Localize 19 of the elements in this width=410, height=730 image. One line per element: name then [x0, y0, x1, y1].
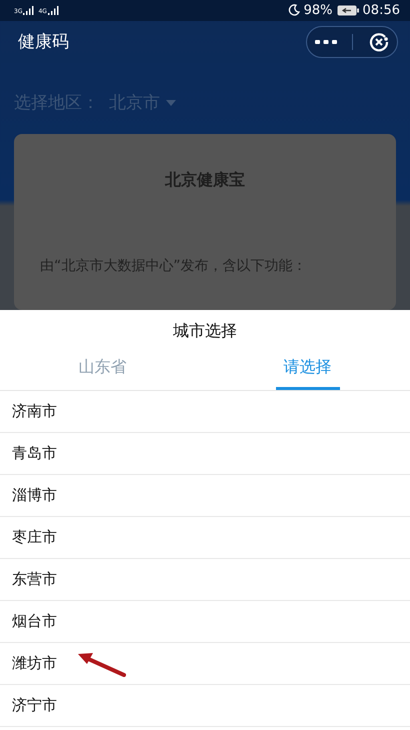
city-item[interactable]: 济宁市 [0, 685, 410, 727]
battery-percent: 98% [304, 2, 333, 18]
clock-time: 08:56 [362, 2, 400, 18]
battery-icon [336, 4, 359, 16]
city-item[interactable]: 青岛市 [0, 433, 410, 475]
city-item[interactable]: 济南市 [0, 391, 410, 433]
caret-icon [166, 100, 176, 106]
city-item[interactable]: 淄博市 [0, 475, 410, 517]
city-item[interactable]: 东营市 [0, 559, 410, 601]
city-item[interactable]: 枣庄市 [0, 517, 410, 559]
close-button[interactable] [368, 30, 390, 53]
page-title: 健康码 [18, 31, 69, 54]
city-item[interactable]: 烟台市 [0, 601, 410, 643]
more-button[interactable] [314, 38, 336, 45]
city-item[interactable]: 潍坊市 [0, 643, 410, 685]
sheet-title: 城市选择 [173, 321, 237, 340]
signal-icon [23, 6, 34, 15]
signal-icon [48, 6, 59, 15]
moon-icon [288, 4, 300, 16]
